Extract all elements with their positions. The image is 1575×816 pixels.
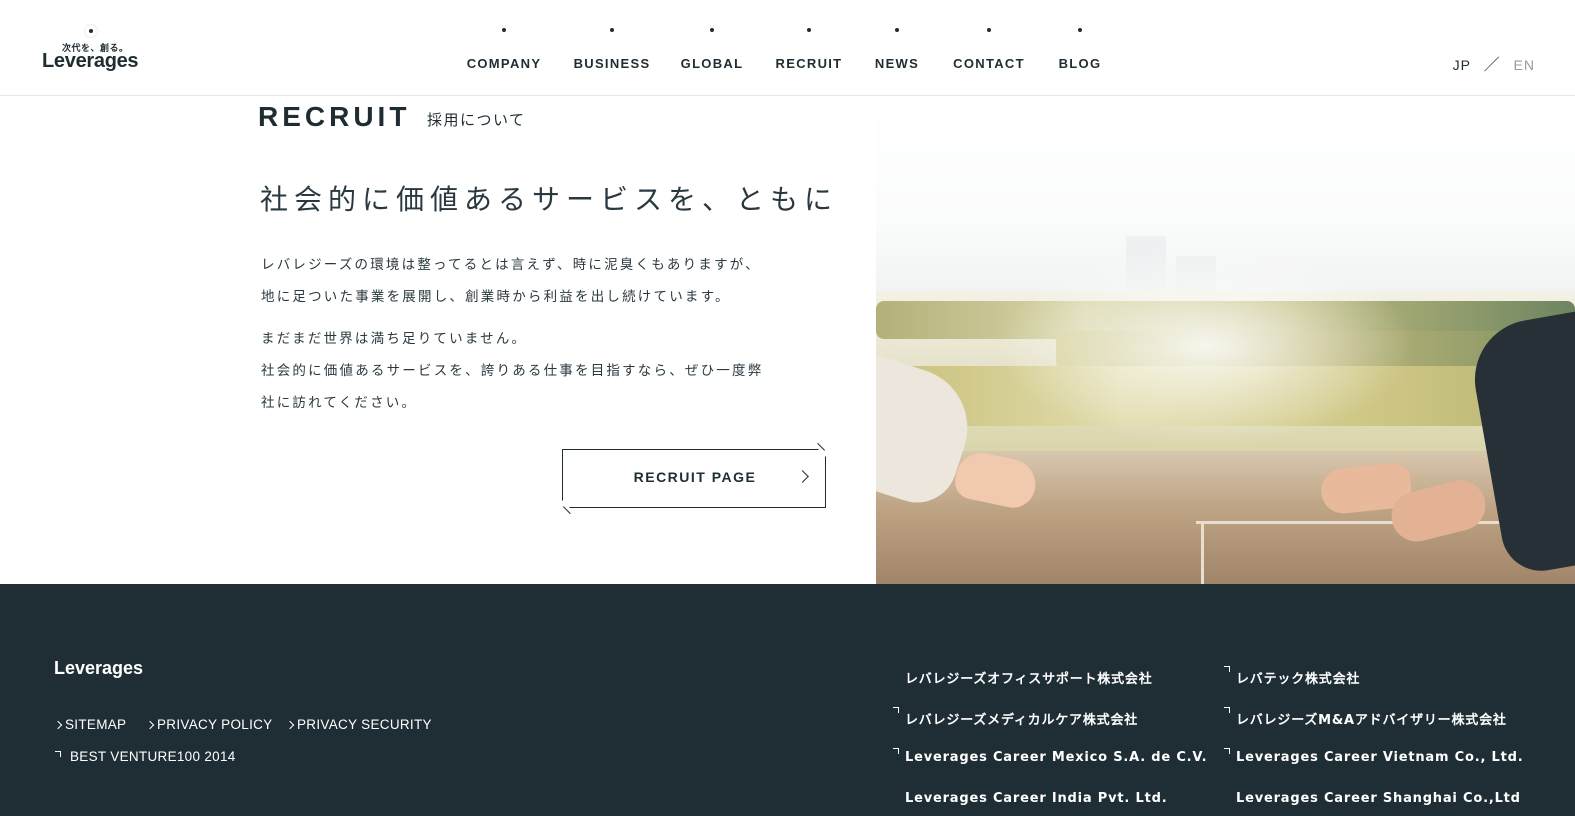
company-label: レバレジーズオフィスサポート株式会社 bbox=[905, 672, 1153, 687]
recruit-paragraph-2: まだまだ世界は満ち足りていません。 社会的に価値あるサービスを、誇りある仕事を目… bbox=[261, 323, 821, 419]
chevron-right-icon bbox=[285, 720, 295, 730]
company-link[interactable]: Leverages Career Shanghai Co.,Ltd bbox=[1236, 791, 1521, 806]
chevron-right-icon bbox=[145, 720, 155, 730]
company-label: レバテック株式会社 bbox=[1236, 672, 1361, 687]
lang-en-link[interactable]: EN bbox=[1514, 57, 1535, 73]
company-link[interactable]: Leverages Career Vietnam Co., Ltd. bbox=[1224, 748, 1524, 765]
external-link-icon bbox=[893, 707, 899, 713]
company-label: Leverages Career India Pvt. Ltd. bbox=[905, 791, 1168, 806]
recruit-page-button[interactable]: RECRUIT PAGE bbox=[562, 442, 826, 515]
nav-dot bbox=[710, 28, 714, 32]
nav-dot bbox=[502, 28, 506, 32]
nav-dot bbox=[987, 28, 991, 32]
company-label: Leverages Career Vietnam Co., Ltd. bbox=[1236, 750, 1524, 765]
nav-dot bbox=[807, 28, 811, 32]
company-link[interactable]: レバレジーズオフィスサポート株式会社 bbox=[905, 668, 1153, 687]
language-switcher: JP ／ EN bbox=[1453, 51, 1535, 75]
site-footer: Leverages SITEMAP PRIVACY POLICY PRIVACY… bbox=[0, 584, 1575, 816]
privacy-policy-link[interactable]: PRIVACY POLICY bbox=[145, 717, 273, 732]
nav-global[interactable]: GLOBAL bbox=[680, 24, 744, 74]
company-link[interactable]: Leverages Career India Pvt. Ltd. bbox=[905, 791, 1167, 806]
recruit-paragraph-1: レバレジーズの環境は整ってるとは言えず、時に泥臭くもありますが、 地に足ついた事… bbox=[261, 249, 821, 313]
paragraph-line: 地に足ついた事業を展開し、創業時から利益を出し続けています。 bbox=[261, 289, 731, 305]
best-venture-link[interactable]: BEST VENTURE100 2014 bbox=[55, 749, 236, 764]
recruit-photo bbox=[876, 96, 1575, 584]
site-header: 次代を、創る。 Leverages COMPANY BUSINESS GLOBA… bbox=[0, 0, 1575, 96]
company-link[interactable]: レバレジーズM&Aアドバイザリー株式会社 bbox=[1224, 707, 1507, 728]
link-label: BEST VENTURE100 2014 bbox=[70, 749, 236, 764]
photo-table-seam bbox=[1201, 524, 1204, 584]
nav-label: RECRUIT bbox=[775, 56, 843, 71]
nav-label: GLOBAL bbox=[680, 56, 744, 71]
lang-separator: ／ bbox=[1483, 57, 1501, 74]
company-label: Leverages Career Shanghai Co.,Ltd bbox=[1236, 791, 1521, 806]
link-label: SITEMAP bbox=[65, 717, 127, 732]
nav-dot bbox=[895, 28, 899, 32]
sitemap-link[interactable]: SITEMAP bbox=[53, 717, 127, 732]
nav-label: BLOG bbox=[1058, 56, 1102, 71]
footer-logo[interactable]: Leverages bbox=[54, 658, 143, 679]
company-label: レバレジーズメディカルケア株式会社 bbox=[905, 713, 1139, 728]
main-nav: COMPANY BUSINESS GLOBAL RECRUIT NEWS CON… bbox=[0, 0, 1575, 96]
photo-light bbox=[996, 246, 1416, 446]
company-label: Leverages Career Mexico S.A. de C.V. bbox=[905, 750, 1208, 765]
company-link[interactable]: レバテック株式会社 bbox=[1224, 666, 1361, 687]
nav-label: NEWS bbox=[874, 56, 920, 71]
external-link-icon bbox=[1224, 707, 1230, 713]
nav-dot bbox=[610, 28, 614, 32]
nav-company[interactable]: COMPANY bbox=[462, 24, 546, 74]
privacy-security-link[interactable]: PRIVACY SECURITY bbox=[285, 717, 432, 732]
nav-label: CONTACT bbox=[953, 56, 1025, 71]
link-label: PRIVACY POLICY bbox=[157, 717, 273, 732]
paragraph-line: 社に訪れてください。 bbox=[261, 395, 418, 411]
company-link[interactable]: Leverages Career Mexico S.A. de C.V. bbox=[893, 748, 1208, 765]
section-subtitle: 採用について bbox=[427, 111, 526, 129]
nav-business[interactable]: BUSINESS bbox=[572, 24, 652, 74]
nav-label: COMPANY bbox=[466, 56, 542, 71]
external-link-icon bbox=[1224, 748, 1230, 754]
nav-contact[interactable]: CONTACT bbox=[950, 24, 1028, 74]
section-title: RECRUIT bbox=[258, 101, 411, 132]
recruit-page-label: RECRUIT PAGE bbox=[633, 469, 757, 485]
paragraph-line: まだまだ世界は満ち足りていません。 bbox=[261, 331, 528, 347]
company-label: レバレジーズM&Aアドバイザリー株式会社 bbox=[1236, 713, 1507, 728]
paragraph-line: レバレジーズの環境は整ってるとは言えず、時に泥臭くもありますが、 bbox=[261, 257, 761, 273]
external-link-icon bbox=[893, 748, 899, 754]
external-link-icon bbox=[1224, 666, 1230, 672]
nav-news[interactable]: NEWS bbox=[872, 24, 922, 74]
link-label: PRIVACY SECURITY bbox=[297, 717, 432, 732]
nav-recruit[interactable]: RECRUIT bbox=[774, 24, 844, 74]
nav-label: BUSINESS bbox=[573, 56, 651, 71]
paragraph-line: 社会的に価値あるサービスを、誇りある仕事を目指すなら、ぜひ一度弊 bbox=[261, 363, 764, 379]
chevron-right-icon bbox=[53, 720, 63, 730]
nav-dot bbox=[1078, 28, 1082, 32]
company-link[interactable]: レバレジーズメディカルケア株式会社 bbox=[893, 707, 1139, 728]
recruit-headline: 社会的に価値あるサービスを、ともに bbox=[260, 183, 839, 216]
external-link-icon bbox=[55, 751, 61, 757]
lang-jp-link[interactable]: JP bbox=[1453, 57, 1471, 73]
nav-blog[interactable]: BLOG bbox=[1056, 24, 1104, 74]
